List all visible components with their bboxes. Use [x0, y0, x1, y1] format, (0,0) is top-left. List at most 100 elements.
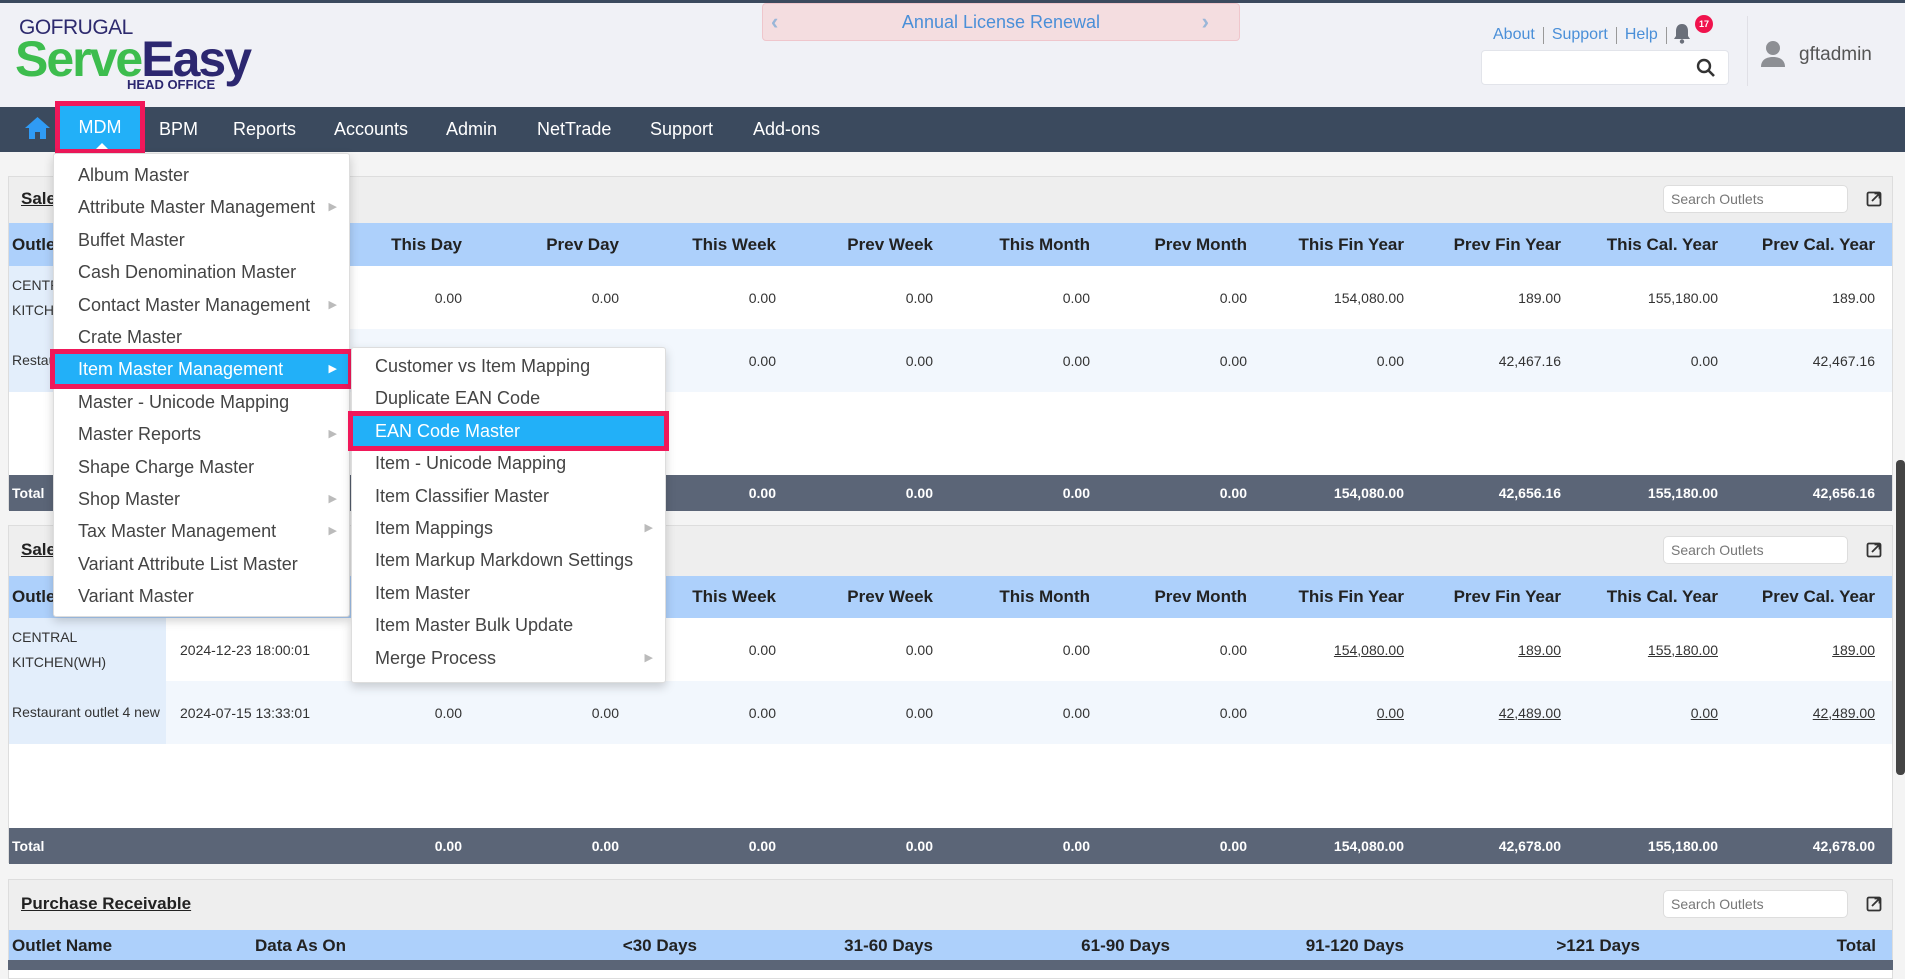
- notification-badge[interactable]: 17: [1695, 15, 1713, 33]
- column-header-prev-fin-year[interactable]: Prev Fin Year: [1404, 235, 1561, 255]
- panel-title[interactable]: Sale: [21, 540, 56, 560]
- search-outlets-input[interactable]: Search Outlets: [1663, 536, 1848, 564]
- menu-item-variant-attribute-list-master[interactable]: Variant Attribute List Master: [54, 548, 349, 580]
- menu-item-master-unicode-mapping[interactable]: Master - Unicode Mapping: [54, 386, 349, 418]
- column-header-this-month[interactable]: This Month: [933, 587, 1090, 607]
- column-header-this-week[interactable]: This Week: [619, 235, 776, 255]
- menu-item-merge-process[interactable]: Merge Process ▶: [352, 642, 665, 674]
- cell-prev-fin-year[interactable]: 189.00: [1404, 642, 1561, 658]
- column-header-prev-fin-year[interactable]: Prev Fin Year: [1404, 587, 1561, 607]
- total-prev-fin-year: 42,656.16: [1498, 485, 1561, 501]
- column-header-prev-month[interactable]: Prev Month: [1090, 235, 1247, 255]
- scrollbar[interactable]: [1896, 460, 1905, 775]
- cell-this-cal-year[interactable]: 0.00: [1561, 705, 1718, 721]
- home-icon[interactable]: [24, 116, 51, 140]
- column-header-30-days[interactable]: <30 Days: [461, 936, 697, 956]
- open-external-icon[interactable]: [1866, 191, 1882, 207]
- menu-item-buffet-master[interactable]: Buffet Master: [54, 224, 349, 256]
- bell-icon[interactable]: [1672, 22, 1692, 44]
- cell-this-cal-year[interactable]: 155,180.00: [1561, 642, 1718, 658]
- menu-item-customer-vs-item-mapping[interactable]: Customer vs Item Mapping: [352, 350, 665, 382]
- user-avatar-icon[interactable]: [1761, 39, 1785, 69]
- column-header-31-60-days[interactable]: 31-60 Days: [697, 936, 933, 956]
- open-external-icon[interactable]: [1866, 896, 1882, 912]
- column-header-prev-month[interactable]: Prev Month: [1090, 587, 1247, 607]
- menu-item-item-mappings[interactable]: Item Mappings ▶: [352, 512, 665, 544]
- menu-item-label: Item Master Management: [78, 359, 284, 380]
- column-header-outlet-name[interactable]: Outlet Name: [9, 936, 241, 956]
- search-outlets-input[interactable]: Search Outlets: [1663, 890, 1848, 918]
- open-external-icon[interactable]: [1866, 542, 1882, 558]
- chevron-right-icon: ▶: [328, 428, 337, 441]
- menu-item-label: Item Classifier Master: [375, 485, 550, 506]
- menu-item-tax-master-management[interactable]: Tax Master Management ▶: [54, 515, 349, 547]
- about-link[interactable]: About: [1493, 26, 1535, 44]
- menu-item-master-reports[interactable]: Master Reports ▶: [54, 418, 349, 450]
- cell-this-fin-year[interactable]: 0.00: [1247, 705, 1404, 721]
- search-icon[interactable]: [1696, 58, 1716, 78]
- menu-item-item-master[interactable]: Item Master: [352, 577, 665, 609]
- column-header-prev-week[interactable]: Prev Week: [776, 235, 933, 255]
- chevron-right-icon: ▶: [328, 201, 337, 214]
- chevron-right-icon: ▶: [644, 522, 653, 534]
- column-header-this-cal-year[interactable]: This Cal. Year: [1561, 587, 1718, 607]
- nav-nettrade[interactable]: NetTrade: [537, 107, 611, 152]
- nav-accounts[interactable]: Accounts: [334, 107, 408, 152]
- total-this-cal-year: 155,180.00: [1647, 485, 1718, 501]
- menu-item-attribute-master-management[interactable]: Attribute Master Management ▶: [54, 191, 349, 223]
- license-banner[interactable]: ‹ Annual License Renewal ›: [762, 3, 1240, 41]
- column-header-prev-day[interactable]: Prev Day: [462, 235, 619, 255]
- cell-prev-cal-year[interactable]: 189.00: [1718, 642, 1875, 658]
- column-header-91-120-days[interactable]: 91-120 Days: [1170, 936, 1404, 956]
- menu-item-shape-charge-master[interactable]: Shape Charge Master: [54, 451, 349, 483]
- nav-admin[interactable]: Admin: [446, 107, 497, 152]
- column-header-121-days[interactable]: >121 Days: [1404, 936, 1640, 956]
- support-link[interactable]: Support: [1552, 26, 1608, 44]
- nav-mdm[interactable]: MDM: [55, 101, 145, 154]
- menu-item-item-unicode-mapping[interactable]: Item - Unicode Mapping: [352, 447, 665, 479]
- menu-item-album-master[interactable]: Album Master: [54, 159, 349, 191]
- chevron-left-icon[interactable]: ‹: [771, 4, 778, 40]
- column-header-prev-cal-year[interactable]: Prev Cal. Year: [1718, 235, 1875, 255]
- column-header-this-month[interactable]: This Month: [933, 235, 1090, 255]
- chevron-right-icon[interactable]: ›: [1202, 4, 1209, 40]
- panel-title[interactable]: Sale: [21, 189, 56, 209]
- total-prev-fin-year: 42,678.00: [1498, 838, 1561, 854]
- logo-serve: Serve: [15, 31, 143, 87]
- menu-item-shop-master[interactable]: Shop Master ▶: [54, 483, 349, 515]
- menu-item-contact-master-management[interactable]: Contact Master Management ▶: [54, 289, 349, 321]
- username[interactable]: gftadmin: [1799, 44, 1872, 66]
- cell-prev-cal-year[interactable]: 42,489.00: [1718, 705, 1875, 721]
- menu-item-duplicate-ean-code[interactable]: Duplicate EAN Code: [352, 382, 665, 414]
- column-header-this-fin-year[interactable]: This Fin Year: [1247, 235, 1404, 255]
- column-header-total[interactable]: Total: [1640, 936, 1876, 956]
- menu-item-item-master-bulk-update[interactable]: Item Master Bulk Update: [352, 609, 665, 641]
- menu-item-item-markup-markdown-settings[interactable]: Item Markup Markdown Settings: [352, 544, 665, 576]
- column-header-61-90-days[interactable]: 61-90 Days: [933, 936, 1170, 956]
- cell-prev-fin-year[interactable]: 42,489.00: [1404, 705, 1561, 721]
- help-link[interactable]: Help: [1625, 26, 1658, 44]
- total-this-fin-year: 154,080.00: [1333, 838, 1404, 854]
- global-search-input[interactable]: [1481, 50, 1729, 85]
- cell-prev-week: 0.00: [905, 641, 933, 658]
- nav-bpm[interactable]: BPM: [159, 107, 198, 152]
- cell-this-fin-year[interactable]: 154,080.00: [1247, 642, 1404, 658]
- nav-addons[interactable]: Add-ons: [753, 107, 820, 152]
- menu-item-item-master-management[interactable]: Item Master Management ▶: [50, 349, 353, 390]
- nav-support[interactable]: Support: [650, 107, 713, 152]
- column-header-data-as-on[interactable]: Data As On: [241, 936, 461, 956]
- menu-item-ean-code-master[interactable]: EAN Code Master: [348, 410, 669, 451]
- menu-item-label: Item Master Bulk Update: [375, 615, 574, 636]
- banner-text[interactable]: Annual License Renewal: [902, 12, 1100, 32]
- column-header-this-cal-year[interactable]: This Cal. Year: [1561, 235, 1718, 255]
- menu-item-crate-master[interactable]: Crate Master: [54, 321, 349, 353]
- menu-item-variant-master[interactable]: Variant Master: [54, 580, 349, 612]
- column-header-prev-week[interactable]: Prev Week: [776, 587, 933, 607]
- nav-reports[interactable]: Reports: [233, 107, 296, 152]
- search-outlets-input[interactable]: Search Outlets: [1663, 185, 1848, 213]
- column-header-prev-cal-year[interactable]: Prev Cal. Year: [1718, 587, 1875, 607]
- panel-title[interactable]: Purchase Receivable: [21, 894, 191, 914]
- menu-item-cash-denomination-master[interactable]: Cash Denomination Master: [54, 256, 349, 288]
- menu-item-item-classifier-master[interactable]: Item Classifier Master: [352, 480, 665, 512]
- column-header-this-fin-year[interactable]: This Fin Year: [1247, 587, 1404, 607]
